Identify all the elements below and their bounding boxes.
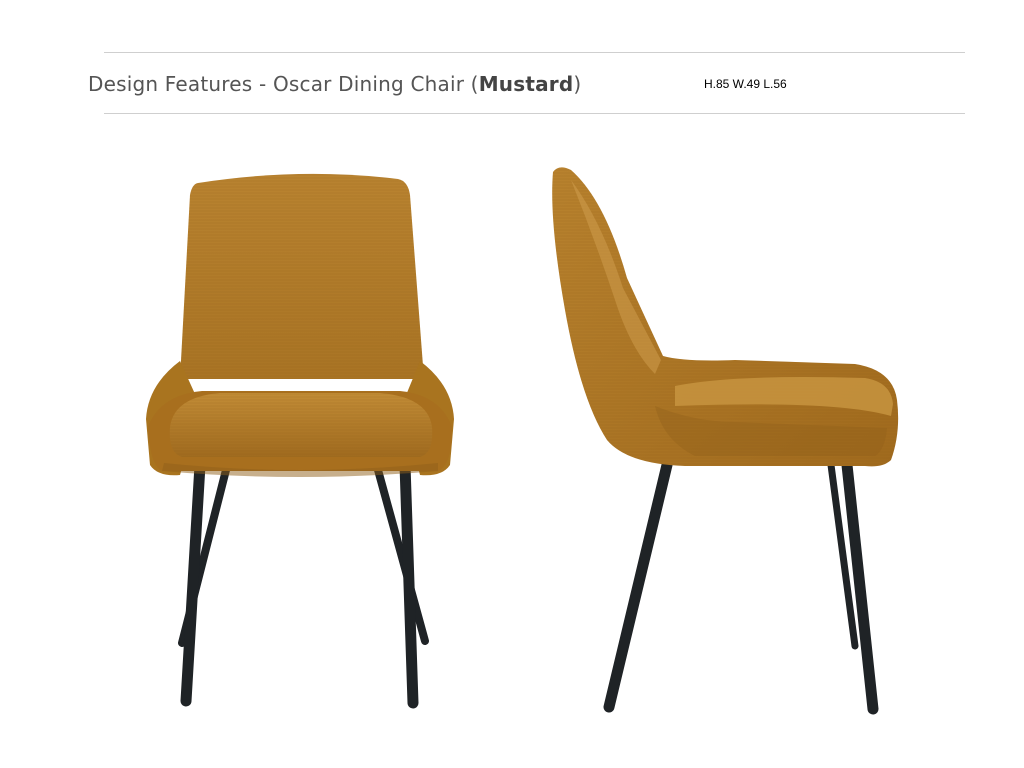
- dimensions-label: H.85 W.49 L.56: [704, 77, 787, 91]
- page-title: Design Features - Oscar Dining Chair (Mu…: [88, 72, 581, 96]
- header-top-divider: [104, 52, 965, 53]
- front-chair-leg-left: [180, 459, 206, 707]
- title-prefix: Design Features - Oscar Dining Chair (: [88, 72, 479, 96]
- title-color-name: Mustard: [478, 72, 574, 96]
- chair-front-view-image: [146, 173, 454, 709]
- title-suffix: ): [573, 72, 582, 96]
- front-chair-leg-right: [399, 459, 419, 709]
- header-bottom-divider: [104, 113, 965, 114]
- side-chair-back-leg: [841, 459, 879, 715]
- side-chair-front-leg: [603, 459, 673, 713]
- chair-side-view-image: [552, 167, 899, 715]
